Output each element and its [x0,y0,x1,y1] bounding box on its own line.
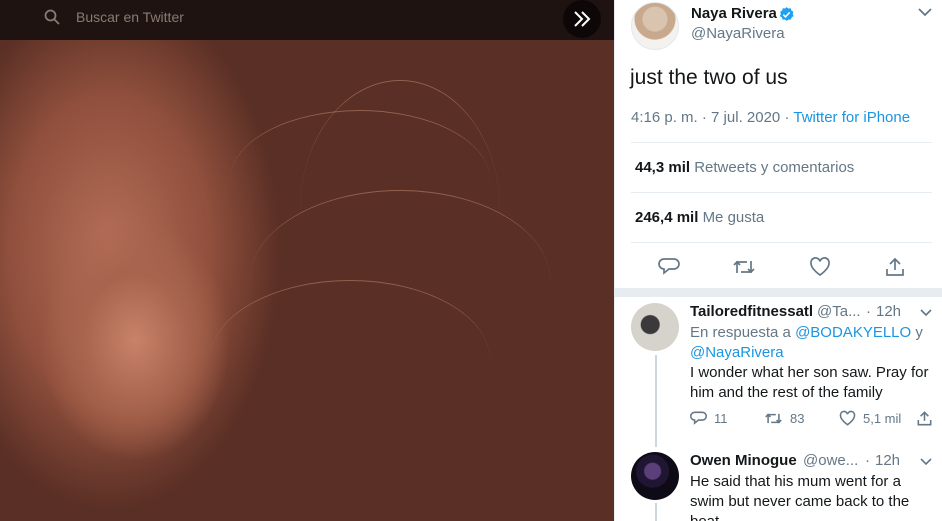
search-input[interactable]: Buscar en Twitter [76,9,184,25]
chevron-down-icon[interactable] [920,458,932,466]
like-button[interactable]: 5,1 mil [839,410,901,427]
separator: · [701,109,707,126]
reply-author-name[interactable]: Owen Minogue [690,452,797,469]
reply-icon [658,258,680,275]
thread-line [655,503,657,521]
mention-link[interactable]: @NayaRivera [690,344,784,361]
reply-icon [690,411,707,425]
separator: · [865,452,870,469]
tweet-date[interactable]: 7 jul. 2020 [711,109,780,126]
like-button[interactable] [806,253,834,281]
like-icon [839,410,856,426]
retweets-count: 44,3 mil [635,159,691,176]
verified-badge-icon [779,7,794,21]
author-avatar[interactable] [631,2,679,50]
reply-actions: 11 83 5,1 mil [690,410,942,432]
section-separator [615,288,942,297]
share-icon [886,257,904,276]
separator: · [784,109,790,126]
retweet-icon [733,260,755,274]
reply-context: En respuesta a @BODAKYELLO y @NayaRivera [690,323,935,363]
tweet-panel: Naya Rivera @NayaRivera just the two of … [614,0,942,521]
reply-time[interactable]: 12h [876,303,901,320]
reply-count: 11 [714,411,728,426]
retweets-label: Retweets y comentarios [694,159,855,176]
chevron-down-icon[interactable] [917,6,933,18]
share-icon [917,411,932,426]
separator: · [866,303,871,320]
chevron-down-icon[interactable] [920,309,932,317]
share-button[interactable] [916,410,933,427]
likes-stat[interactable]: 246,4 mil Me gusta [635,209,764,226]
tweet-time[interactable]: 4:16 p. m. [631,109,698,126]
retweet-icon [765,413,782,424]
reply-author-name[interactable]: Tailoredfitnessatl [690,303,813,320]
tweet-text: just the two of us [630,66,788,89]
share-button[interactable] [881,253,909,281]
search-icon [44,9,60,25]
collapse-panel-button[interactable] [563,0,601,38]
tweet-photo[interactable] [0,40,614,521]
divider [631,192,932,193]
retweet-count: 83 [790,411,805,426]
reply-to-prefix: En respuesta a [690,324,791,341]
tweet-source-link[interactable]: Twitter for iPhone [793,109,910,126]
reply-author-handle[interactable]: @Ta... [817,303,861,320]
like-count: 5,1 mil [863,411,902,426]
reply-button[interactable] [655,253,683,281]
likes-count: 246,4 mil [635,209,699,226]
retweet-button[interactable]: 83 [764,410,804,427]
retweets-stat[interactable]: 44,3 mil Retweets y comentarios [635,159,854,176]
reply-text: I wonder what her son saw. Pray for him … [690,364,929,401]
mention-link[interactable]: @BODAKYELLO [795,324,911,341]
likes-label: Me gusta [702,209,765,226]
hair-strand [300,80,500,340]
reply-avatar[interactable] [631,303,679,351]
double-chevron-right-icon [574,11,591,27]
retweet-button[interactable] [730,253,758,281]
reply-to-conjunction: y [915,324,923,341]
reply-text: He said that his mum went for a swim but… [690,473,910,521]
thread-line [655,355,657,447]
search-bar[interactable]: Buscar en Twitter [0,0,614,40]
author-name[interactable]: Naya Rivera [691,5,777,22]
divider [631,242,932,243]
reply-avatar[interactable] [631,452,679,500]
tweet-timestamp: 4:16 p. m. · 7 jul. 2020 · Twitter for i… [631,109,910,126]
author-handle[interactable]: @NayaRivera [691,25,785,42]
tweet-actions [631,253,931,281]
divider [631,142,932,143]
reply-button[interactable]: 11 [690,410,728,427]
reply-author-handle[interactable]: @owe... [803,452,858,469]
media-viewer: Buscar en Twitter [0,0,614,521]
reply-time[interactable]: 12h [875,452,900,469]
like-icon [810,257,830,277]
